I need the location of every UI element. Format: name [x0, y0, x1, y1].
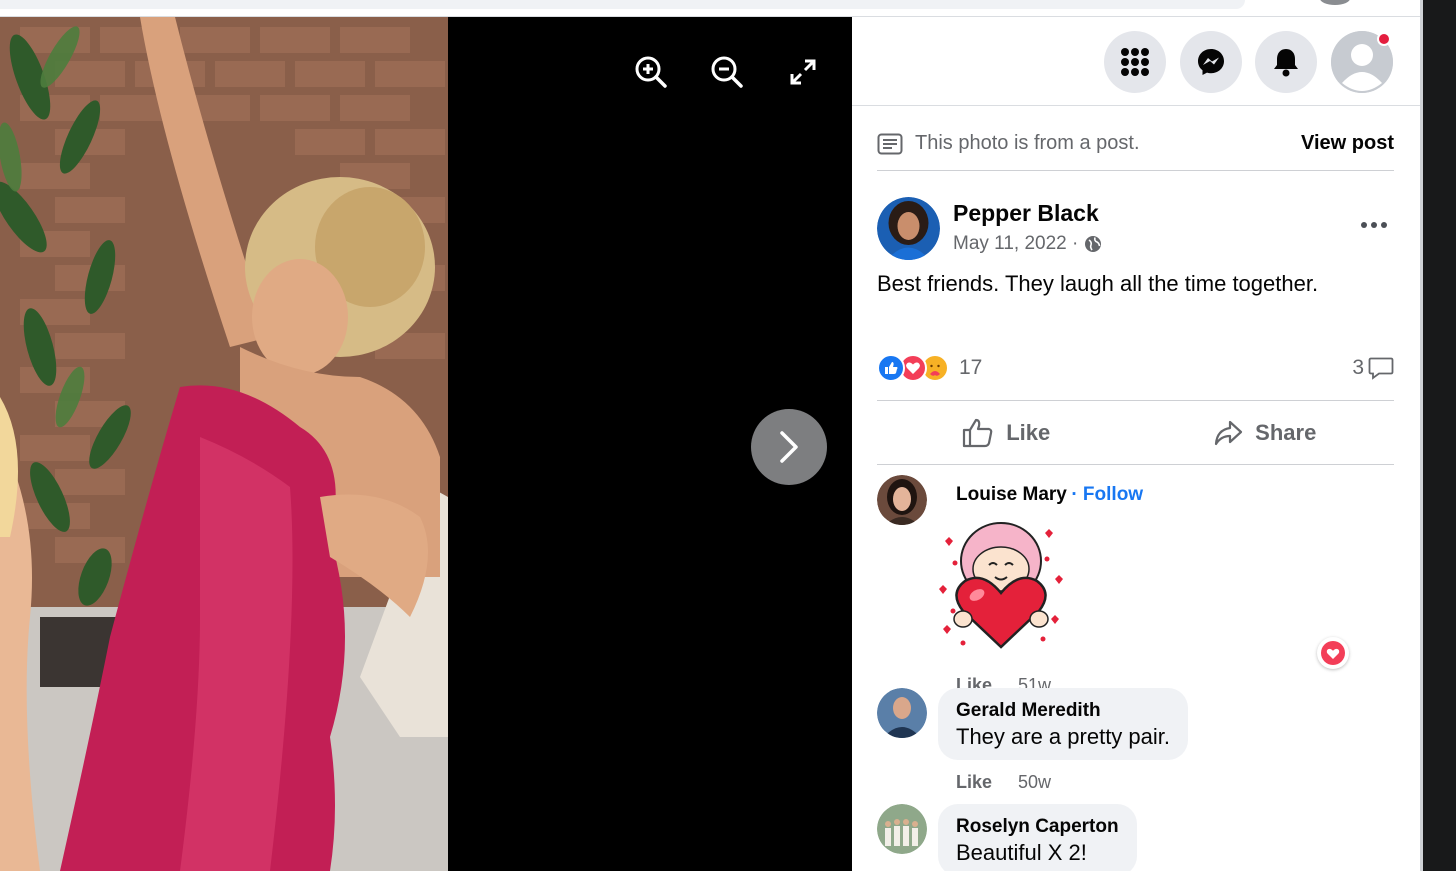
- comment-like-button[interactable]: Like: [956, 772, 992, 793]
- reaction-icons[interactable]: [877, 354, 949, 382]
- reactions-bar: 17 3: [877, 350, 1394, 386]
- thumbs-up-icon: [963, 418, 993, 447]
- commenter-avatar[interactable]: [877, 475, 927, 525]
- messenger-button[interactable]: [1180, 31, 1242, 93]
- commenter-avatar[interactable]: [877, 688, 927, 738]
- post-date[interactable]: May 11, 2022 ·: [953, 233, 1078, 255]
- menu-button[interactable]: [1104, 31, 1166, 93]
- more-dot: [1361, 222, 1367, 228]
- address-bar-edge[interactable]: [0, 0, 1245, 9]
- heart-hug-sticker: [933, 519, 1069, 655]
- comment-item: Gerald Meredith They are a pretty pair. …: [877, 688, 1394, 798]
- post-author: Pepper Black May 11, 2022 ·: [877, 197, 1394, 261]
- zoom-in-button[interactable]: [632, 53, 670, 91]
- comment-text: They are a pretty pair.: [956, 724, 1170, 749]
- post-document-icon: [877, 133, 903, 154]
- author-name[interactable]: Pepper Black: [953, 200, 1099, 227]
- share-arrow-icon: [1215, 420, 1243, 445]
- next-photo-button[interactable]: [751, 409, 827, 485]
- commenter-name[interactable]: Louise Mary: [956, 484, 1067, 505]
- from-post-bar: This photo is from a post. View post: [877, 117, 1394, 171]
- notifications-button[interactable]: [1255, 31, 1317, 93]
- like-label: Like: [1006, 419, 1051, 445]
- like-button[interactable]: Like: [877, 401, 1136, 464]
- notification-dot: [1377, 32, 1391, 46]
- view-post-link[interactable]: View post: [1301, 132, 1394, 155]
- viewer-toolbar: [632, 53, 822, 91]
- chevron-right-icon: [780, 431, 798, 463]
- photo-page: This photo is from a post. View post Pep…: [0, 0, 1456, 871]
- globe-icon: [1085, 236, 1102, 252]
- messenger-icon: [1198, 49, 1224, 75]
- panel-header: [852, 17, 1420, 106]
- commenter-name[interactable]: Roselyn Caperton: [956, 816, 1119, 838]
- more-options-button[interactable]: [1354, 215, 1394, 235]
- comment-bubble-icon: [1368, 357, 1394, 380]
- comment-item: Roselyn Caperton Beautiful X 2!: [877, 804, 1394, 871]
- author-avatar[interactable]: [877, 197, 940, 260]
- zoom-out-button[interactable]: [708, 53, 746, 91]
- browser-top-strip: [0, 0, 1420, 17]
- comment-header: Louise Mary · Follow: [956, 484, 1143, 506]
- profile-button[interactable]: [1331, 31, 1393, 93]
- post-photo[interactable]: [0, 17, 448, 871]
- from-post-text: This photo is from a post.: [915, 132, 1140, 154]
- zoom-out-icon: [711, 56, 743, 88]
- comment-text: Beautiful X 2!: [956, 840, 1087, 865]
- notifications-bell-icon: [1274, 49, 1298, 77]
- comment-time[interactable]: 50w: [1018, 772, 1051, 793]
- post-meta: May 11, 2022 ·: [953, 233, 1102, 255]
- commenter-avatar[interactable]: [877, 804, 927, 854]
- follow-link[interactable]: · Follow: [1071, 484, 1143, 505]
- photo-viewer: [0, 17, 852, 871]
- comment-count-value: 3: [1352, 356, 1364, 379]
- reaction-count[interactable]: 17: [959, 356, 982, 380]
- post-actions: Like Share: [877, 400, 1394, 465]
- comment-reaction-badge[interactable]: [1317, 637, 1349, 669]
- love-reaction-icon: [1321, 641, 1345, 665]
- share-button[interactable]: Share: [1136, 401, 1395, 464]
- comment-item: Louise Mary · Follow Like 51w: [877, 475, 1394, 695]
- more-dot: [1371, 222, 1377, 228]
- post-caption: Best friends. They laugh all the time to…: [877, 271, 1319, 296]
- fullscreen-icon: [790, 59, 816, 85]
- browser-profile-avatar[interactable]: [1320, 0, 1350, 5]
- window-edge: [1420, 0, 1456, 871]
- comment-count[interactable]: 3: [1352, 356, 1394, 380]
- comment-footer: Like 50w: [956, 772, 1051, 793]
- post-side-panel: This photo is from a post. View post Pep…: [852, 17, 1420, 871]
- menu-grid-icon: [1121, 48, 1149, 76]
- more-dot: [1381, 222, 1387, 228]
- zoom-in-icon: [635, 56, 667, 88]
- share-label: Share: [1255, 419, 1317, 445]
- commenter-name[interactable]: Gerald Meredith: [956, 700, 1170, 722]
- comment-bubble: Gerald Meredith They are a pretty pair.: [938, 688, 1188, 760]
- fullscreen-button[interactable]: [784, 53, 822, 91]
- like-reaction-icon: [877, 354, 905, 382]
- comment-bubble: Roselyn Caperton Beautiful X 2!: [938, 804, 1137, 871]
